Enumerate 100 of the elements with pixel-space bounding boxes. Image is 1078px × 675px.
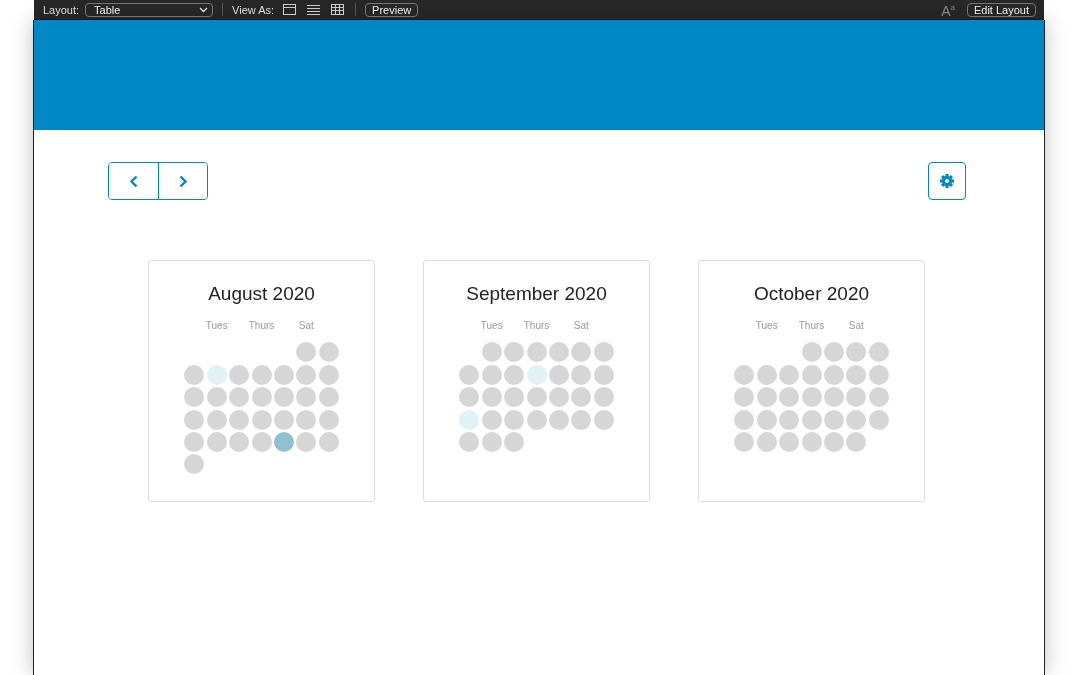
day-dot[interactable] bbox=[206, 364, 227, 385]
day-dot[interactable] bbox=[481, 342, 502, 363]
day-dot[interactable] bbox=[571, 364, 592, 385]
day-dot[interactable] bbox=[846, 409, 867, 430]
day-dot[interactable] bbox=[481, 364, 502, 385]
day-dot[interactable] bbox=[548, 342, 569, 363]
day-dot[interactable] bbox=[593, 342, 614, 363]
day-dot[interactable] bbox=[571, 342, 592, 363]
day-dot[interactable] bbox=[779, 387, 800, 408]
day-dot[interactable] bbox=[823, 431, 844, 452]
day-dot[interactable] bbox=[593, 387, 614, 408]
day-dot[interactable] bbox=[251, 431, 272, 452]
day-dot[interactable] bbox=[823, 409, 844, 430]
day-dot[interactable] bbox=[184, 387, 205, 408]
day-dot[interactable] bbox=[734, 387, 755, 408]
day-dot[interactable] bbox=[229, 364, 250, 385]
day-dot[interactable] bbox=[184, 454, 205, 475]
day-dot[interactable] bbox=[734, 364, 755, 385]
day-dot[interactable] bbox=[459, 387, 480, 408]
day-dot[interactable] bbox=[251, 364, 272, 385]
day-dot[interactable] bbox=[504, 409, 525, 430]
day-dot[interactable] bbox=[229, 387, 250, 408]
day-dot[interactable] bbox=[184, 409, 205, 430]
day-dot[interactable] bbox=[481, 431, 502, 452]
day-dot[interactable] bbox=[801, 409, 822, 430]
day-dot[interactable] bbox=[318, 364, 339, 385]
day-dot[interactable] bbox=[779, 431, 800, 452]
day-dot[interactable] bbox=[868, 387, 889, 408]
day-dot[interactable] bbox=[846, 387, 867, 408]
day-dot[interactable] bbox=[868, 364, 889, 385]
day-dot[interactable] bbox=[459, 364, 480, 385]
font-button[interactable]: A$^{a}$ bbox=[941, 1, 955, 18]
day-dot[interactable] bbox=[296, 431, 317, 452]
day-dot[interactable] bbox=[548, 387, 569, 408]
day-dot[interactable] bbox=[251, 387, 272, 408]
day-dot[interactable] bbox=[593, 364, 614, 385]
day-dot[interactable] bbox=[206, 431, 227, 452]
day-dot[interactable] bbox=[846, 364, 867, 385]
day-dot[interactable] bbox=[801, 387, 822, 408]
day-dot[interactable] bbox=[459, 431, 480, 452]
day-dot[interactable] bbox=[504, 342, 525, 363]
day-dot[interactable] bbox=[459, 409, 480, 430]
day-dot[interactable] bbox=[526, 364, 547, 385]
edit-layout-button[interactable]: Edit Layout bbox=[966, 2, 1036, 17]
day-dot[interactable] bbox=[756, 431, 777, 452]
day-dot[interactable] bbox=[504, 387, 525, 408]
day-dot[interactable] bbox=[526, 342, 547, 363]
day-dot[interactable] bbox=[184, 431, 205, 452]
day-dot[interactable] bbox=[318, 342, 339, 363]
day-dot[interactable] bbox=[273, 431, 294, 452]
day-dot[interactable] bbox=[868, 409, 889, 430]
day-dot[interactable] bbox=[756, 409, 777, 430]
day-dot[interactable] bbox=[756, 364, 777, 385]
next-button[interactable] bbox=[158, 163, 207, 199]
day-dot[interactable] bbox=[779, 364, 800, 385]
day-dot[interactable] bbox=[273, 387, 294, 408]
day-dot[interactable] bbox=[184, 364, 205, 385]
day-dot[interactable] bbox=[273, 364, 294, 385]
day-dot[interactable] bbox=[296, 342, 317, 363]
day-dot[interactable] bbox=[229, 431, 250, 452]
view-button[interactable] bbox=[280, 2, 299, 17]
day-dot[interactable] bbox=[206, 387, 227, 408]
preview-button[interactable]: Preview bbox=[365, 2, 419, 17]
day-dot[interactable] bbox=[548, 364, 569, 385]
day-dot[interactable] bbox=[779, 409, 800, 430]
day-dot[interactable] bbox=[318, 387, 339, 408]
day-dot[interactable] bbox=[318, 409, 339, 430]
day-dot[interactable] bbox=[756, 387, 777, 408]
view-button[interactable] bbox=[304, 2, 323, 17]
day-dot[interactable] bbox=[481, 409, 502, 430]
day-dot[interactable] bbox=[801, 364, 822, 385]
day-dot[interactable] bbox=[296, 364, 317, 385]
day-dot[interactable] bbox=[504, 364, 525, 385]
day-dot[interactable] bbox=[548, 409, 569, 430]
day-dot[interactable] bbox=[846, 431, 867, 452]
settings-button[interactable] bbox=[928, 162, 966, 200]
day-dot[interactable] bbox=[593, 409, 614, 430]
day-dot[interactable] bbox=[206, 409, 227, 430]
day-dot[interactable] bbox=[846, 342, 867, 363]
view-button[interactable] bbox=[328, 2, 347, 17]
day-dot[interactable] bbox=[571, 409, 592, 430]
day-dot[interactable] bbox=[481, 387, 502, 408]
day-dot[interactable] bbox=[823, 342, 844, 363]
day-dot[interactable] bbox=[229, 409, 250, 430]
day-dot[interactable] bbox=[296, 387, 317, 408]
day-dot[interactable] bbox=[571, 387, 592, 408]
day-dot[interactable] bbox=[504, 431, 525, 452]
day-dot[interactable] bbox=[868, 342, 889, 363]
day-dot[interactable] bbox=[801, 342, 822, 363]
day-dot[interactable] bbox=[734, 431, 755, 452]
day-dot[interactable] bbox=[526, 409, 547, 430]
day-dot[interactable] bbox=[273, 409, 294, 430]
day-dot[interactable] bbox=[823, 387, 844, 408]
day-dot[interactable] bbox=[801, 431, 822, 452]
day-dot[interactable] bbox=[734, 409, 755, 430]
day-dot[interactable] bbox=[526, 387, 547, 408]
day-dot[interactable] bbox=[296, 409, 317, 430]
day-dot[interactable] bbox=[251, 409, 272, 430]
layout-dropdown[interactable]: Table bbox=[85, 2, 214, 17]
day-dot[interactable] bbox=[823, 364, 844, 385]
